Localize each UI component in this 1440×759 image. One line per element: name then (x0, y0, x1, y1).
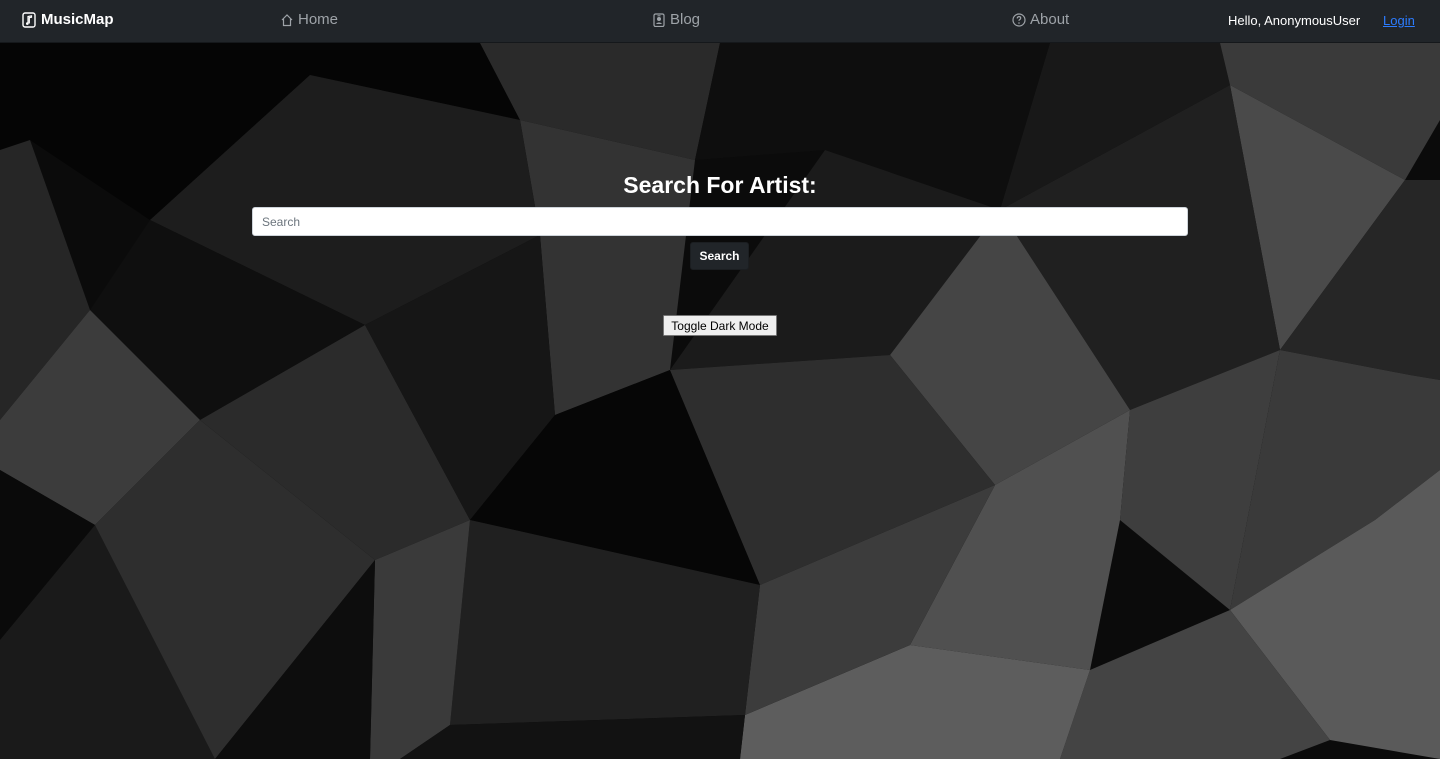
top-navbar: MusicMap Home Blog About Hello, Anonymou… (0, 0, 1440, 43)
brand-link[interactable]: MusicMap (22, 11, 114, 28)
nav-about-label: About (1030, 11, 1070, 28)
search-button[interactable]: Search (690, 242, 749, 270)
home-icon (281, 13, 293, 26)
nav-blog-link[interactable]: Blog (652, 11, 700, 28)
nav-about-link[interactable]: About (1012, 11, 1069, 28)
nav-blog-label: Blog (670, 11, 701, 28)
artist-search-input[interactable] (252, 207, 1188, 236)
person-badge-icon (653, 12, 665, 27)
music-file-icon (22, 11, 36, 28)
nav-home-link[interactable]: Home (280, 11, 338, 28)
question-circle-icon (1012, 12, 1026, 27)
user-greeting: Hello, AnonymousUser (1228, 13, 1361, 28)
toggle-dark-mode-button[interactable]: Toggle Dark Mode (663, 315, 777, 336)
page-title: Search For Artist: (623, 172, 817, 198)
nav-home-label: Home (298, 11, 339, 28)
main-content: Search For Artist: Search Toggle Dark Mo… (0, 0, 1440, 759)
login-link[interactable]: Login (1383, 13, 1415, 28)
brand-label: MusicMap (41, 11, 114, 28)
